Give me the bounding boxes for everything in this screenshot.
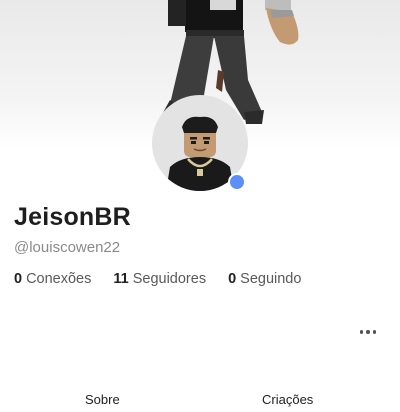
followers-stat[interactable]: 11 Seguidores [113,271,206,287]
connections-stat[interactable]: 0 Conexões [14,271,91,287]
following-count: 0 [228,271,237,287]
profile-tabs: Sobre Criações [0,392,400,412]
ellipsis-icon [366,330,370,334]
followers-label: Seguidores [132,271,207,287]
ellipsis-icon [359,330,364,334]
more-options-button[interactable] [356,322,380,342]
following-stat[interactable]: 0 Seguindo [228,271,301,287]
display-name: JeisonBR [14,203,131,231]
ellipsis-icon [372,330,377,334]
connections-label: Conexões [26,271,92,287]
profile-stats: 0 Conexões 11 Seguidores 0 Seguindo [14,271,301,287]
connections-count: 0 [14,271,23,287]
following-label: Seguindo [240,271,302,287]
online-status-dot [228,173,246,191]
username: @louiscowen22 [14,239,121,256]
followers-count: 11 [113,271,129,287]
